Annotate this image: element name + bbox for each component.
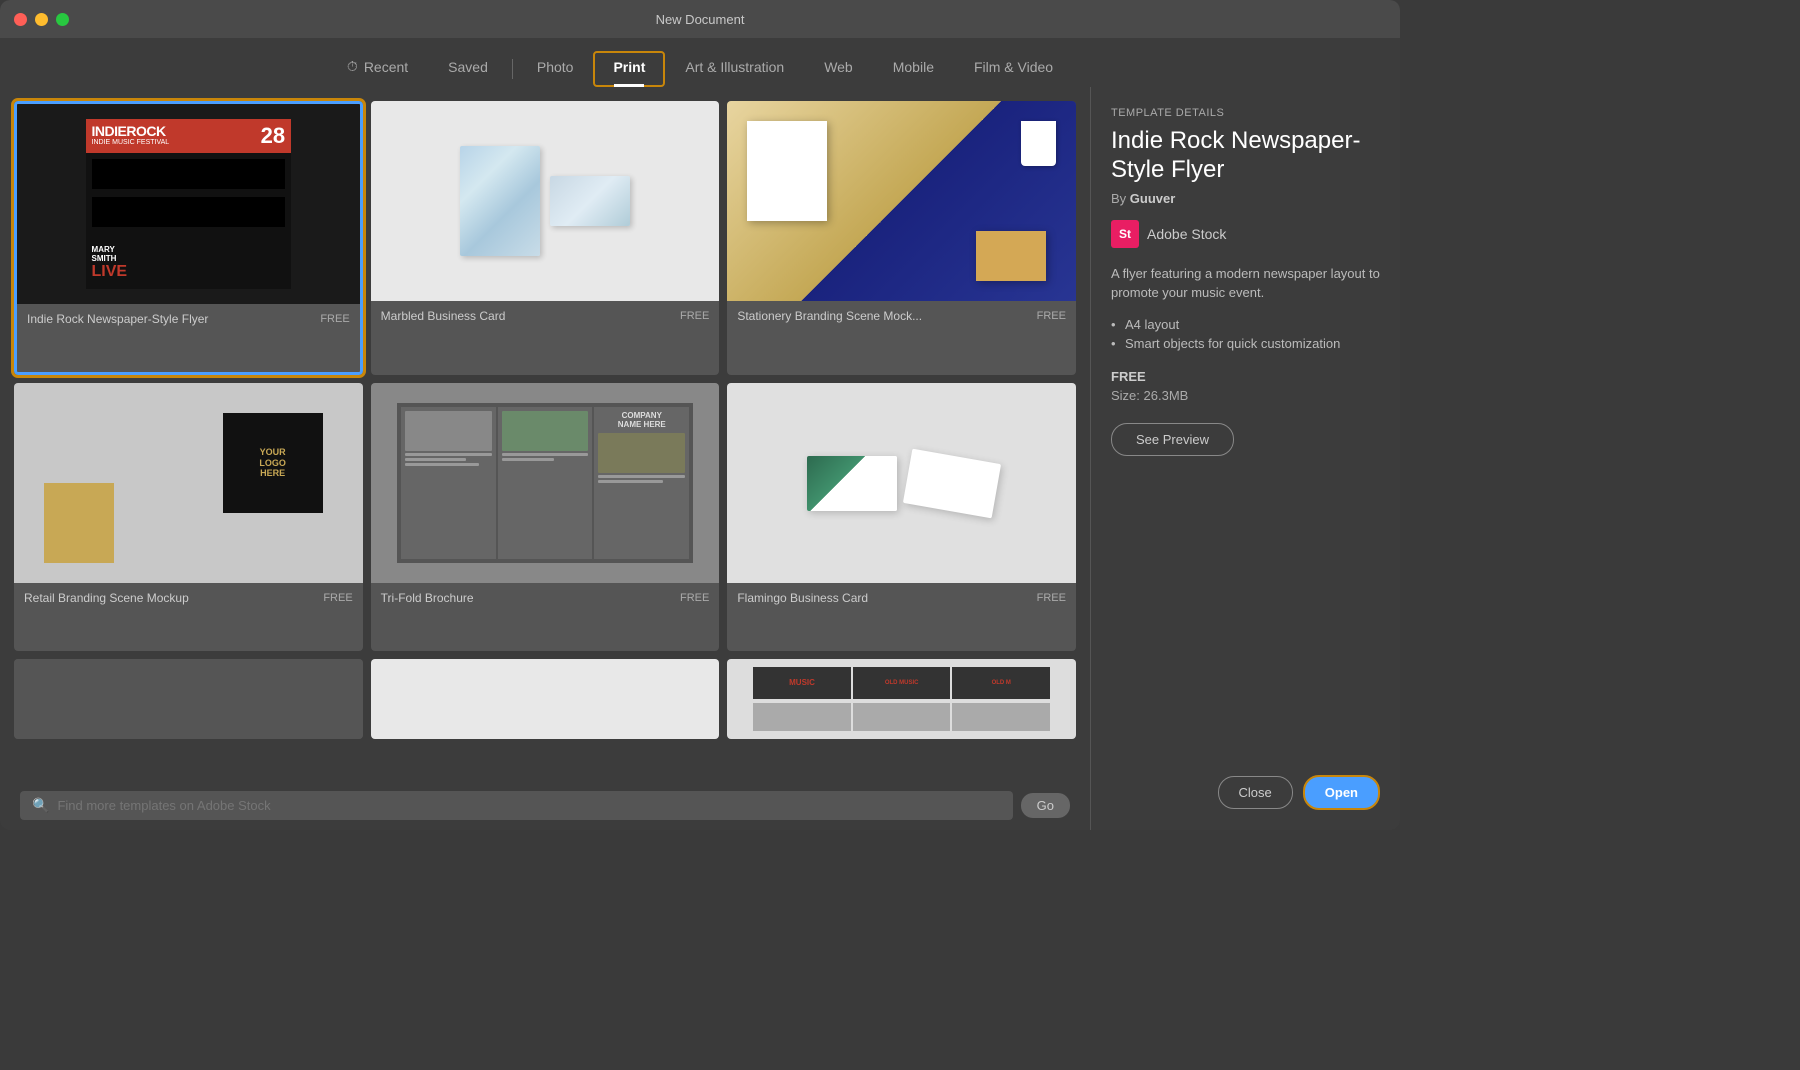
sidebar-author: By Guuver — [1111, 191, 1380, 206]
tab-recent[interactable]: ⏱ Recent — [327, 50, 428, 87]
template-label-stationery: Stationery Branding Scene Mock... FREE — [727, 301, 1076, 331]
template-card-partial1[interactable] — [14, 659, 363, 739]
sidebar-description: A flyer featuring a modern newspaper lay… — [1111, 264, 1380, 303]
template-badge-retail: FREE — [323, 592, 352, 604]
template-name-stationery: Stationery Branding Scene Mock... — [737, 309, 922, 323]
template-thumb-partial2 — [371, 659, 720, 739]
template-card-stationery[interactable]: Stationery Branding Scene Mock... FREE — [727, 101, 1076, 375]
sidebar-section-label: TEMPLATE DETAILS — [1111, 107, 1380, 119]
tab-print[interactable]: Print — [593, 51, 665, 87]
preview-button[interactable]: See Preview — [1111, 423, 1234, 456]
template-card-partial2[interactable] — [371, 659, 720, 739]
traffic-lights — [14, 13, 69, 26]
sidebar-bullet-2: Smart objects for quick customization — [1111, 334, 1380, 353]
template-card-retail[interactable]: YOURLOGOHERE Retail Branding Scene Mocku… — [14, 383, 363, 651]
template-badge-indie-rock: FREE — [320, 313, 349, 325]
search-icon: 🔍 — [32, 797, 49, 814]
template-card-marbled[interactable]: Marbled Business Card FREE — [371, 101, 720, 375]
sidebar: TEMPLATE DETAILS Indie Rock Newspaper-St… — [1090, 87, 1400, 830]
template-name-indie-rock: Indie Rock Newspaper-Style Flyer — [27, 312, 208, 326]
template-label-flamingo: Flamingo Business Card FREE — [727, 583, 1076, 613]
template-card-indie-rock[interactable]: INDIEROCK INDIE MUSIC FESTIVAL 28 — [14, 101, 363, 375]
template-thumb-marbled — [371, 101, 720, 301]
template-name-marbled: Marbled Business Card — [381, 309, 506, 323]
template-name-flamingo: Flamingo Business Card — [737, 591, 868, 605]
template-thumb-indie-rock: INDIEROCK INDIE MUSIC FESTIVAL 28 — [17, 104, 360, 304]
template-badge-marbled: FREE — [680, 310, 709, 322]
nav-divider — [512, 59, 513, 79]
template-thumb-retail: YOURLOGOHERE — [14, 383, 363, 583]
new-document-window: New Document ⏱ Recent Saved Photo Print … — [0, 0, 1400, 830]
indie-rock-thumbnail: INDIEROCK INDIE MUSIC FESTIVAL 28 — [17, 104, 360, 304]
tab-photo[interactable]: Photo — [517, 51, 594, 87]
template-grid-area: INDIEROCK INDIE MUSIC FESTIVAL 28 — [0, 87, 1090, 830]
template-thumb-brochure: COMPANYNAME HERE — [371, 383, 720, 583]
open-button[interactable]: Open — [1303, 775, 1380, 810]
template-thumb-flamingo — [727, 383, 1076, 583]
close-button[interactable]: Close — [1218, 776, 1293, 809]
template-badge-brochure: FREE — [680, 592, 709, 604]
template-label-indie-rock: Indie Rock Newspaper-Style Flyer FREE — [17, 304, 360, 334]
window-title: New Document — [656, 12, 745, 27]
tab-art-illustration[interactable]: Art & Illustration — [665, 51, 804, 87]
maximize-window-button[interactable] — [56, 13, 69, 26]
template-thumb-partial1 — [14, 659, 363, 739]
template-label-brochure: Tri-Fold Brochure FREE — [371, 583, 720, 613]
sidebar-bullet-1: A4 layout — [1111, 315, 1380, 334]
search-input[interactable] — [57, 798, 1000, 813]
template-label-retail: Retail Branding Scene Mockup FREE — [14, 583, 363, 613]
search-bar: 🔍 Go — [10, 781, 1080, 830]
template-badge-stationery: FREE — [1037, 310, 1066, 322]
template-label-marbled: Marbled Business Card FREE — [371, 301, 720, 331]
template-badge-flamingo: FREE — [1037, 592, 1066, 604]
adobe-stock-badge: St Adobe Stock — [1111, 220, 1380, 248]
nav-tabs: ⏱ Recent Saved Photo Print Art & Illustr… — [0, 38, 1400, 87]
search-input-container: 🔍 — [20, 791, 1013, 820]
template-thumb-partial3: MUSIC OLD MUSIC — [727, 659, 1076, 739]
tab-web[interactable]: Web — [804, 51, 873, 87]
sidebar-footer: Close Open — [1111, 775, 1380, 810]
template-card-brochure[interactable]: COMPANYNAME HERE Tri-F — [371, 383, 720, 651]
sidebar-template-title: Indie Rock Newspaper-Style Flyer — [1111, 127, 1380, 185]
title-bar: New Document — [0, 0, 1400, 38]
tab-saved[interactable]: Saved — [428, 51, 508, 87]
template-name-brochure: Tri-Fold Brochure — [381, 591, 474, 605]
sidebar-bullets: A4 layout Smart objects for quick custom… — [1111, 315, 1380, 353]
main-content: INDIEROCK INDIE MUSIC FESTIVAL 28 — [0, 87, 1400, 830]
tab-film-video[interactable]: Film & Video — [954, 51, 1073, 87]
template-name-retail: Retail Branding Scene Mockup — [24, 591, 189, 605]
go-button[interactable]: Go — [1021, 793, 1070, 818]
template-card-partial3[interactable]: MUSIC OLD MUSIC — [727, 659, 1076, 739]
tab-mobile[interactable]: Mobile — [873, 51, 954, 87]
template-card-flamingo[interactable]: Flamingo Business Card FREE — [727, 383, 1076, 651]
clock-icon: ⏱ — [347, 58, 358, 75]
minimize-window-button[interactable] — [35, 13, 48, 26]
template-grid: INDIEROCK INDIE MUSIC FESTIVAL 28 — [10, 97, 1080, 781]
sidebar-size: Size: 26.3MB — [1111, 388, 1380, 403]
st-badge: St — [1111, 220, 1139, 248]
adobe-stock-label: Adobe Stock — [1147, 226, 1226, 242]
sidebar-price: FREE — [1111, 369, 1380, 384]
template-thumb-stationery — [727, 101, 1076, 301]
close-window-button[interactable] — [14, 13, 27, 26]
